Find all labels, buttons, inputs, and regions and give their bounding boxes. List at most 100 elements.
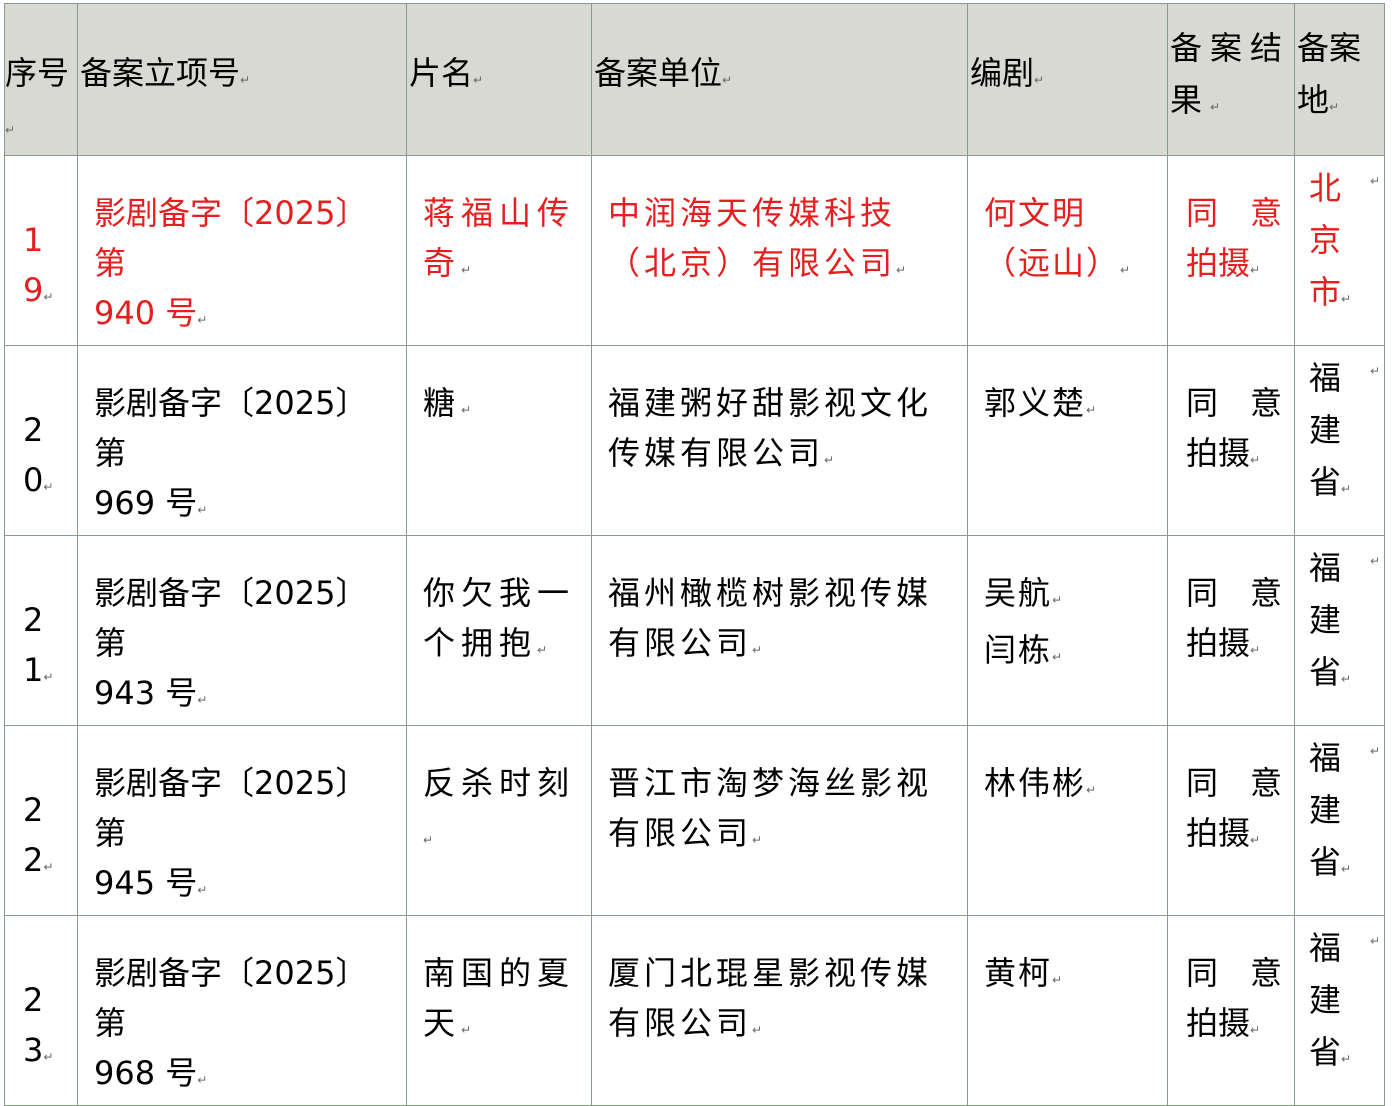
cell-company: 中润海天传媒科技（北京）有限公司↵ [591,155,968,346]
cell-title: 糖↵ [406,345,592,536]
cell-filing-number: 影剧备字〔2025〕第 940 号↵ [77,155,407,346]
header-company: 备案单位↵ [591,3,968,156]
paragraph-mark: ↵ [1250,263,1261,277]
table-header: 序号↵ 备案立项号↵ 片名↵ 备案单位↵ 编剧↵ 备案结果↵ 备案地↵ [4,3,1385,156]
paragraph-mark: ↵ [1250,453,1261,467]
location-char: 福 [1309,549,1342,587]
paragraph-mark: ↵ [1052,650,1063,664]
cell-writer: 何文明（远山）↵ [967,155,1168,346]
cell-writer: 吴航↵ 闫栋↵ [967,535,1168,726]
writer-name: 闫栋↵ [984,631,1063,669]
filing-table: 序号↵ 备案立项号↵ 片名↵ 备案单位↵ 编剧↵ 备案结果↵ 备案地↵ 19↵ 影… [4,3,1385,1106]
paragraph-mark: ↵ [1341,1052,1352,1066]
table-row: 20↵ 影剧备字〔2025〕第 969 号↵ 糖↵ 福建粥好甜影视文化传媒有限公司↵ 郭义… [4,345,1385,536]
row-end-mark: ↵ [1369,174,1380,188]
cell-index: 23↵ [4,915,78,1106]
cell-location: 福建省↵ ↵ [1294,725,1385,916]
cell-result: 同意 拍摄↵ [1167,535,1295,726]
paragraph-mark: ↵ [43,290,54,304]
cell-writer: 郭义楚↵ [967,345,1168,536]
writer-name: 黄柯↵ [984,954,1063,992]
cell-result: 同意 拍摄↵ [1167,345,1295,536]
header-writer: 编剧↵ [967,3,1168,156]
location-char: 建 [1309,411,1342,449]
header-row: 序号↵ 备案立项号↵ 片名↵ 备案单位↵ 编剧↵ 备案结果↵ 备案地↵ [4,3,1385,156]
header-filing-number: 备案立项号↵ [77,3,407,156]
cell-title: 南国的夏天↵ [406,915,592,1106]
location-char: 市↵ [1309,273,1352,311]
table-row: 22↵ 影剧备字〔2025〕第 945 号↵ 反杀时刻↵ 晋江市淘梦海丝影视有限公司↵ 林… [4,725,1385,916]
paragraph-mark: ↵ [197,503,208,517]
table-row: 23↵ 影剧备字〔2025〕第 968 号↵ 南国的夏天↵ 厦门北琨星影视传媒有限公司↵… [4,915,1385,1106]
table-row: 21↵ 影剧备字〔2025〕第 943 号↵ 你欠我一个拥抱↵ 福州橄榄树影视传媒有限公… [4,535,1385,726]
header-location: 备案地↵ [1294,3,1385,156]
paragraph-mark: ↵ [896,263,907,277]
cell-title: 反杀时刻↵ [406,725,592,916]
row-end-mark: ↵ [1369,934,1380,948]
cell-company: 福建粥好甜影视文化传媒有限公司↵ [591,345,968,536]
paragraph-mark: ↵ [1052,973,1063,987]
paragraph-mark: ↵ [43,860,54,874]
cell-result: 同意 拍摄↵ [1167,915,1295,1106]
location-char: 省↵ [1309,463,1352,501]
cell-index: 19↵ [4,155,78,346]
paragraph-mark: ↵ [197,1073,208,1087]
paragraph-mark: ↵ [197,883,208,897]
paragraph-mark: ↵ [1341,862,1352,876]
paragraph-mark: ↵ [1250,1023,1261,1037]
location-char: 福 [1309,359,1342,397]
location-char: 建 [1309,791,1342,829]
header-title: 片名↵ [406,3,592,156]
cell-writer: 黄柯↵ [967,915,1168,1106]
table-row: 19↵ 影剧备字〔2025〕第 940 号↵ 蒋福山传奇↵ 中润海天传媒科技（北京）有限… [4,155,1385,346]
writer-name: 林伟彬↵ [984,764,1097,802]
paragraph-mark: ↵ [1341,672,1352,686]
paragraph-mark: ↵ [1120,263,1131,277]
location-char: 建 [1309,981,1342,1019]
paragraph-mark: ↵ [752,1023,763,1037]
paragraph-mark: ↵ [43,480,54,494]
cell-index: 20↵ [4,345,78,536]
cell-filing-number: 影剧备字〔2025〕第 943 号↵ [77,535,407,726]
row-end-mark: ↵ [1369,744,1380,758]
cell-location: 福建省↵ ↵ [1294,915,1385,1106]
cell-title: 你欠我一个拥抱↵ [406,535,592,726]
cell-index: 21↵ [4,535,78,726]
paragraph-mark: ↵ [43,670,54,684]
cell-result: 同意 拍摄↵ [1167,725,1295,916]
cell-index: 22↵ [4,725,78,916]
row-end-mark: ↵ [1369,364,1380,378]
location-char: 北 [1309,169,1342,207]
paragraph-mark: ↵ [1341,292,1352,306]
location-char: 省↵ [1309,653,1352,691]
table-body: 19↵ 影剧备字〔2025〕第 940 号↵ 蒋福山传奇↵ 中润海天传媒科技（北京）有限… [4,155,1385,1106]
header-result: 备案结果↵ [1167,3,1295,156]
paragraph-mark: ↵ [537,643,548,657]
location-char: 福 [1309,739,1342,777]
location-char: 福 [1309,929,1342,967]
location-char: 京 [1309,221,1342,259]
paragraph-mark: ↵ [752,833,763,847]
paragraph-mark: ↵ [461,263,472,277]
paragraph-mark: ↵ [1250,833,1261,847]
paragraph-mark: ↵ [43,1050,54,1064]
cell-company: 晋江市淘梦海丝影视有限公司↵ [591,725,968,916]
cell-filing-number: 影剧备字〔2025〕第 968 号↵ [77,915,407,1106]
paragraph-mark: ↵ [1052,593,1063,607]
cell-company: 福州橄榄树影视传媒有限公司↵ [591,535,968,726]
paragraph-mark: ↵ [1250,643,1261,657]
cell-filing-number: 影剧备字〔2025〕第 945 号↵ [77,725,407,916]
header-index: 序号↵ [4,3,78,156]
writer-name: 何文明（远山）↵ [984,194,1131,282]
cell-location: 福建省↵ ↵ [1294,535,1385,726]
paragraph-mark: ↵ [197,693,208,707]
cell-filing-number: 影剧备字〔2025〕第 969 号↵ [77,345,407,536]
location-char: 省↵ [1309,843,1352,881]
paragraph-mark: ↵ [1341,482,1352,496]
cell-title: 蒋福山传奇↵ [406,155,592,346]
paragraph-mark: ↵ [752,643,763,657]
paragraph-mark: ↵ [1086,403,1097,417]
location-char: 省↵ [1309,1033,1352,1071]
cell-location: 福建省↵ ↵ [1294,345,1385,536]
paragraph-mark: ↵ [461,403,472,417]
